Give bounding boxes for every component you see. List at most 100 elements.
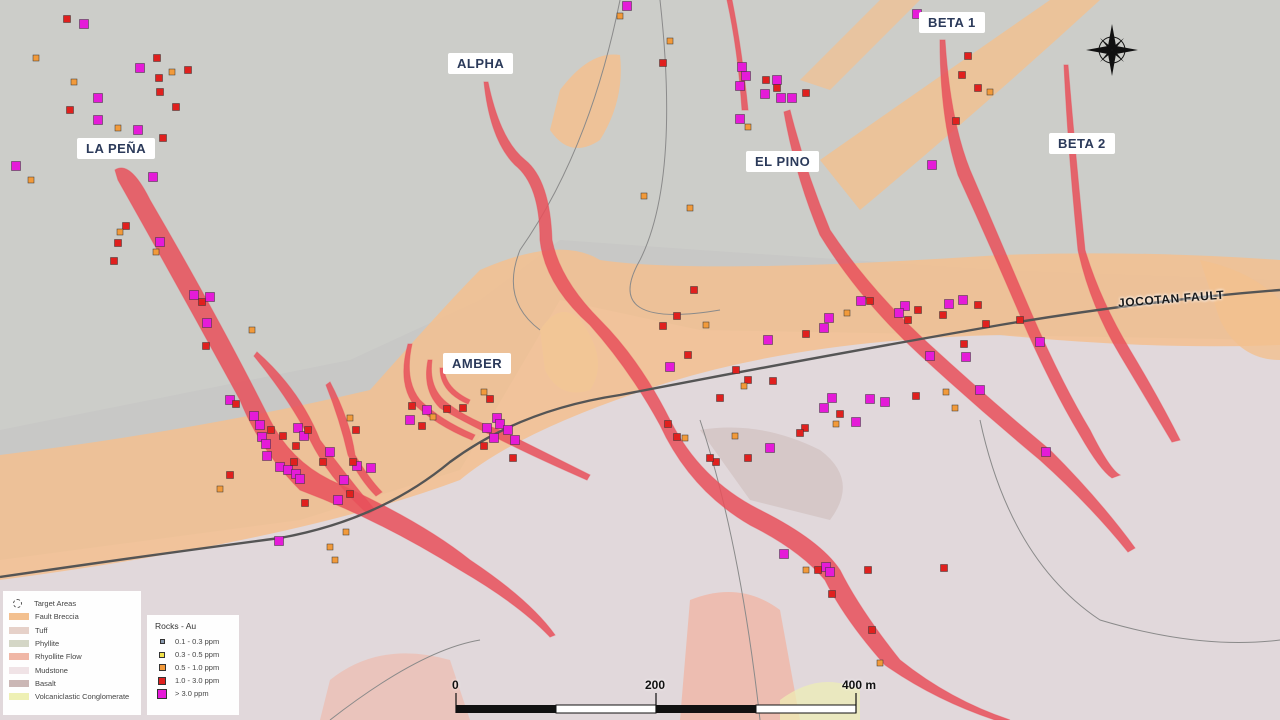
legend-swatch (9, 679, 29, 687)
legend-label: Tuff (35, 625, 48, 635)
rocks-legend-label: 1.0 - 3.0 ppm (175, 676, 220, 685)
rock-sample-marker (776, 93, 786, 103)
rocks-legend-label: > 3.0 ppm (175, 689, 209, 698)
rock-sample-marker (202, 318, 212, 328)
rock-sample-marker (216, 485, 224, 493)
rock-sample-marker (894, 308, 904, 318)
rock-sample-marker (509, 454, 517, 462)
sample-marker-icon (158, 676, 166, 685)
rock-sample-marker (796, 429, 804, 437)
rock-sample-marker (346, 490, 354, 498)
rock-sample-marker (616, 12, 624, 20)
rock-sample-marker (66, 106, 74, 114)
legend-swatch (9, 640, 29, 648)
rock-sample-marker (964, 52, 972, 60)
sample-marker-icon (157, 688, 167, 699)
rock-sample-marker (202, 342, 210, 350)
rock-sample-marker (944, 299, 954, 309)
sample-marker-icon (158, 664, 166, 671)
rock-sample-marker (762, 76, 770, 84)
rock-sample-marker (232, 400, 240, 408)
legend-row-fault-breccia: Fault Breccia (9, 610, 135, 623)
rock-sample-marker (760, 89, 770, 99)
rock-sample-marker (843, 309, 851, 317)
rock-sample-marker (706, 454, 714, 462)
rock-sample-marker (93, 93, 103, 103)
sample-marker-icon (159, 651, 165, 658)
rock-sample-marker (184, 66, 192, 74)
rock-sample-marker (802, 89, 810, 97)
rocks-legend-label: 0.5 - 1.0 ppm (175, 663, 220, 672)
rock-sample-marker (1035, 337, 1045, 347)
rock-sample-marker (510, 435, 520, 445)
target-label-alpha[interactable]: ALPHA (448, 53, 514, 74)
rock-sample-marker (70, 78, 78, 86)
rock-sample-marker (876, 659, 884, 667)
rock-sample-marker (133, 125, 143, 135)
rock-sample-marker (152, 248, 160, 256)
rock-sample-marker (262, 451, 272, 461)
rock-sample-marker (198, 298, 206, 306)
rock-sample-marker (352, 426, 360, 434)
rock-sample-marker (779, 549, 789, 559)
target-label-beta-2[interactable]: BETA 2 (1049, 133, 1115, 154)
rock-sample-marker (480, 442, 488, 450)
scale-label-400: 400 m (842, 678, 877, 692)
legend-row-conglomerate: Volcaniclastic Conglomerate (9, 690, 135, 703)
rock-sample-marker (827, 393, 837, 403)
rock-sample-marker (503, 425, 513, 435)
target-label-el-pino[interactable]: EL PINO (746, 151, 820, 172)
rock-sample-marker (331, 556, 339, 564)
rock-sample-marker (114, 239, 122, 247)
rock-sample-marker (836, 410, 844, 418)
rock-sample-marker (640, 192, 648, 200)
rock-sample-marker (912, 392, 920, 400)
legend-swatch (9, 626, 29, 634)
rock-sample-marker (763, 335, 773, 345)
rock-sample-marker (249, 411, 259, 421)
legend-row-phyllite: Phyllite (9, 637, 135, 650)
rock-sample-marker (851, 417, 861, 427)
legend-row-target-areas: Target Areas (9, 597, 135, 610)
rock-sample-marker (740, 382, 748, 390)
target-label-beta-1[interactable]: BETA 1 (919, 12, 985, 33)
rock-sample-marker (787, 93, 797, 103)
rock-sample-marker (856, 296, 866, 306)
rock-sample-marker (429, 413, 437, 421)
rock-sample-marker (1041, 447, 1051, 457)
legend-label: Basalt (35, 678, 56, 688)
legend-label: Mudstone (35, 665, 68, 675)
rock-sample-marker (349, 458, 357, 466)
rock-sample-marker (32, 54, 40, 62)
rock-sample-marker (172, 103, 180, 111)
legend-swatch (9, 666, 29, 674)
rock-sample-marker (301, 499, 309, 507)
target-label-amber[interactable]: AMBER (443, 353, 512, 374)
geology-map[interactable] (0, 0, 1280, 720)
legend-swatch (9, 613, 29, 621)
rock-sample-marker (418, 422, 426, 430)
rock-sample-marker (325, 447, 335, 457)
rock-sample-marker (155, 237, 165, 247)
target-label-la-pena[interactable]: LA PEÑA (77, 138, 156, 159)
rock-sample-marker (960, 340, 968, 348)
rocks-legend-row: 0.3 - 0.5 ppm (155, 648, 231, 661)
legend-label: Target Areas (34, 599, 77, 609)
rock-sample-marker (828, 590, 836, 598)
rock-sample-marker (686, 204, 694, 212)
rock-sample-marker (951, 404, 959, 412)
rock-sample-marker (868, 626, 876, 634)
rock-sample-marker (226, 471, 234, 479)
rock-sample-marker (744, 123, 752, 131)
rocks-legend-label: 0.3 - 0.5 ppm (175, 650, 220, 659)
rock-sample-marker (156, 88, 164, 96)
legend-label: Fault Breccia (35, 612, 79, 622)
rock-sample-marker (744, 454, 752, 462)
rock-sample-marker (975, 385, 985, 395)
rock-sample-marker (248, 326, 256, 334)
rock-sample-marker (927, 160, 937, 170)
rock-sample-marker (168, 68, 176, 76)
rock-sample-marker (684, 351, 692, 359)
rock-sample-marker (114, 124, 122, 132)
sample-marker-icon (159, 639, 165, 644)
